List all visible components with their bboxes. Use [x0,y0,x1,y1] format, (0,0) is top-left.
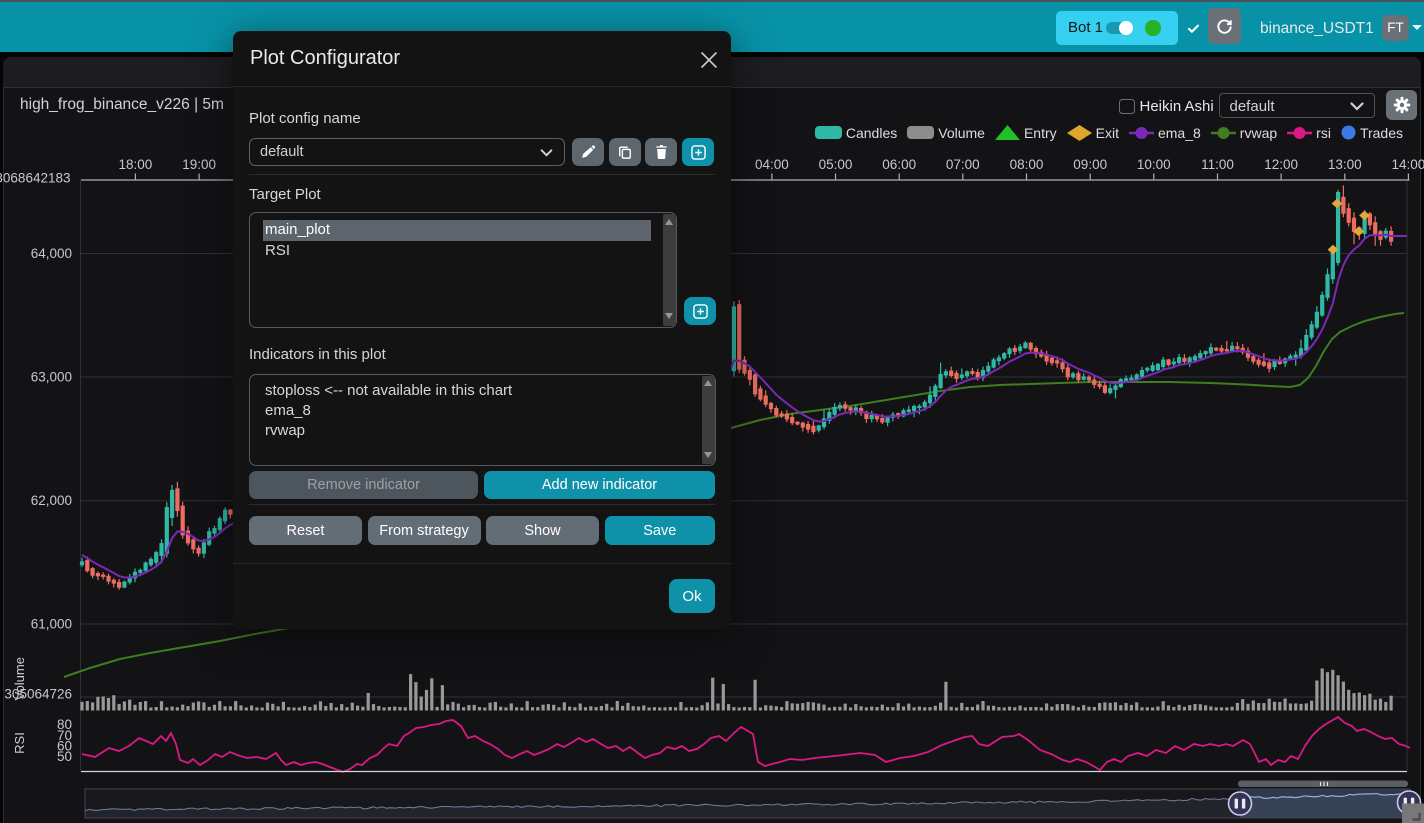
svg-text:12:00: 12:00 [1264,157,1298,172]
svg-text:50: 50 [57,749,72,764]
svg-text:3068642183: 3068642183 [0,171,71,186]
svg-text:06:00: 06:00 [882,157,916,172]
svg-text:13:00: 13:00 [1328,157,1362,172]
svg-text:11:00: 11:00 [1201,157,1234,172]
svg-text:64,000: 64,000 [31,246,72,261]
svg-text:62,000: 62,000 [31,493,72,508]
svg-text:19:00: 19:00 [182,157,216,172]
svg-text:08:00: 08:00 [1010,157,1044,172]
svg-text:07:00: 07:00 [946,157,980,172]
svg-text:04:00: 04:00 [755,157,789,172]
svg-text:10:00: 10:00 [1137,157,1171,172]
svg-text:63,000: 63,000 [31,370,72,385]
svg-text:Volume: Volume [12,657,27,700]
svg-text:61,000: 61,000 [31,617,72,632]
svg-text:18:00: 18:00 [119,157,153,172]
svg-text:09:00: 09:00 [1073,157,1107,172]
svg-text:05:00: 05:00 [819,157,853,172]
svg-text:RSI: RSI [12,732,27,754]
svg-text:14:00: 14:00 [1392,157,1424,172]
